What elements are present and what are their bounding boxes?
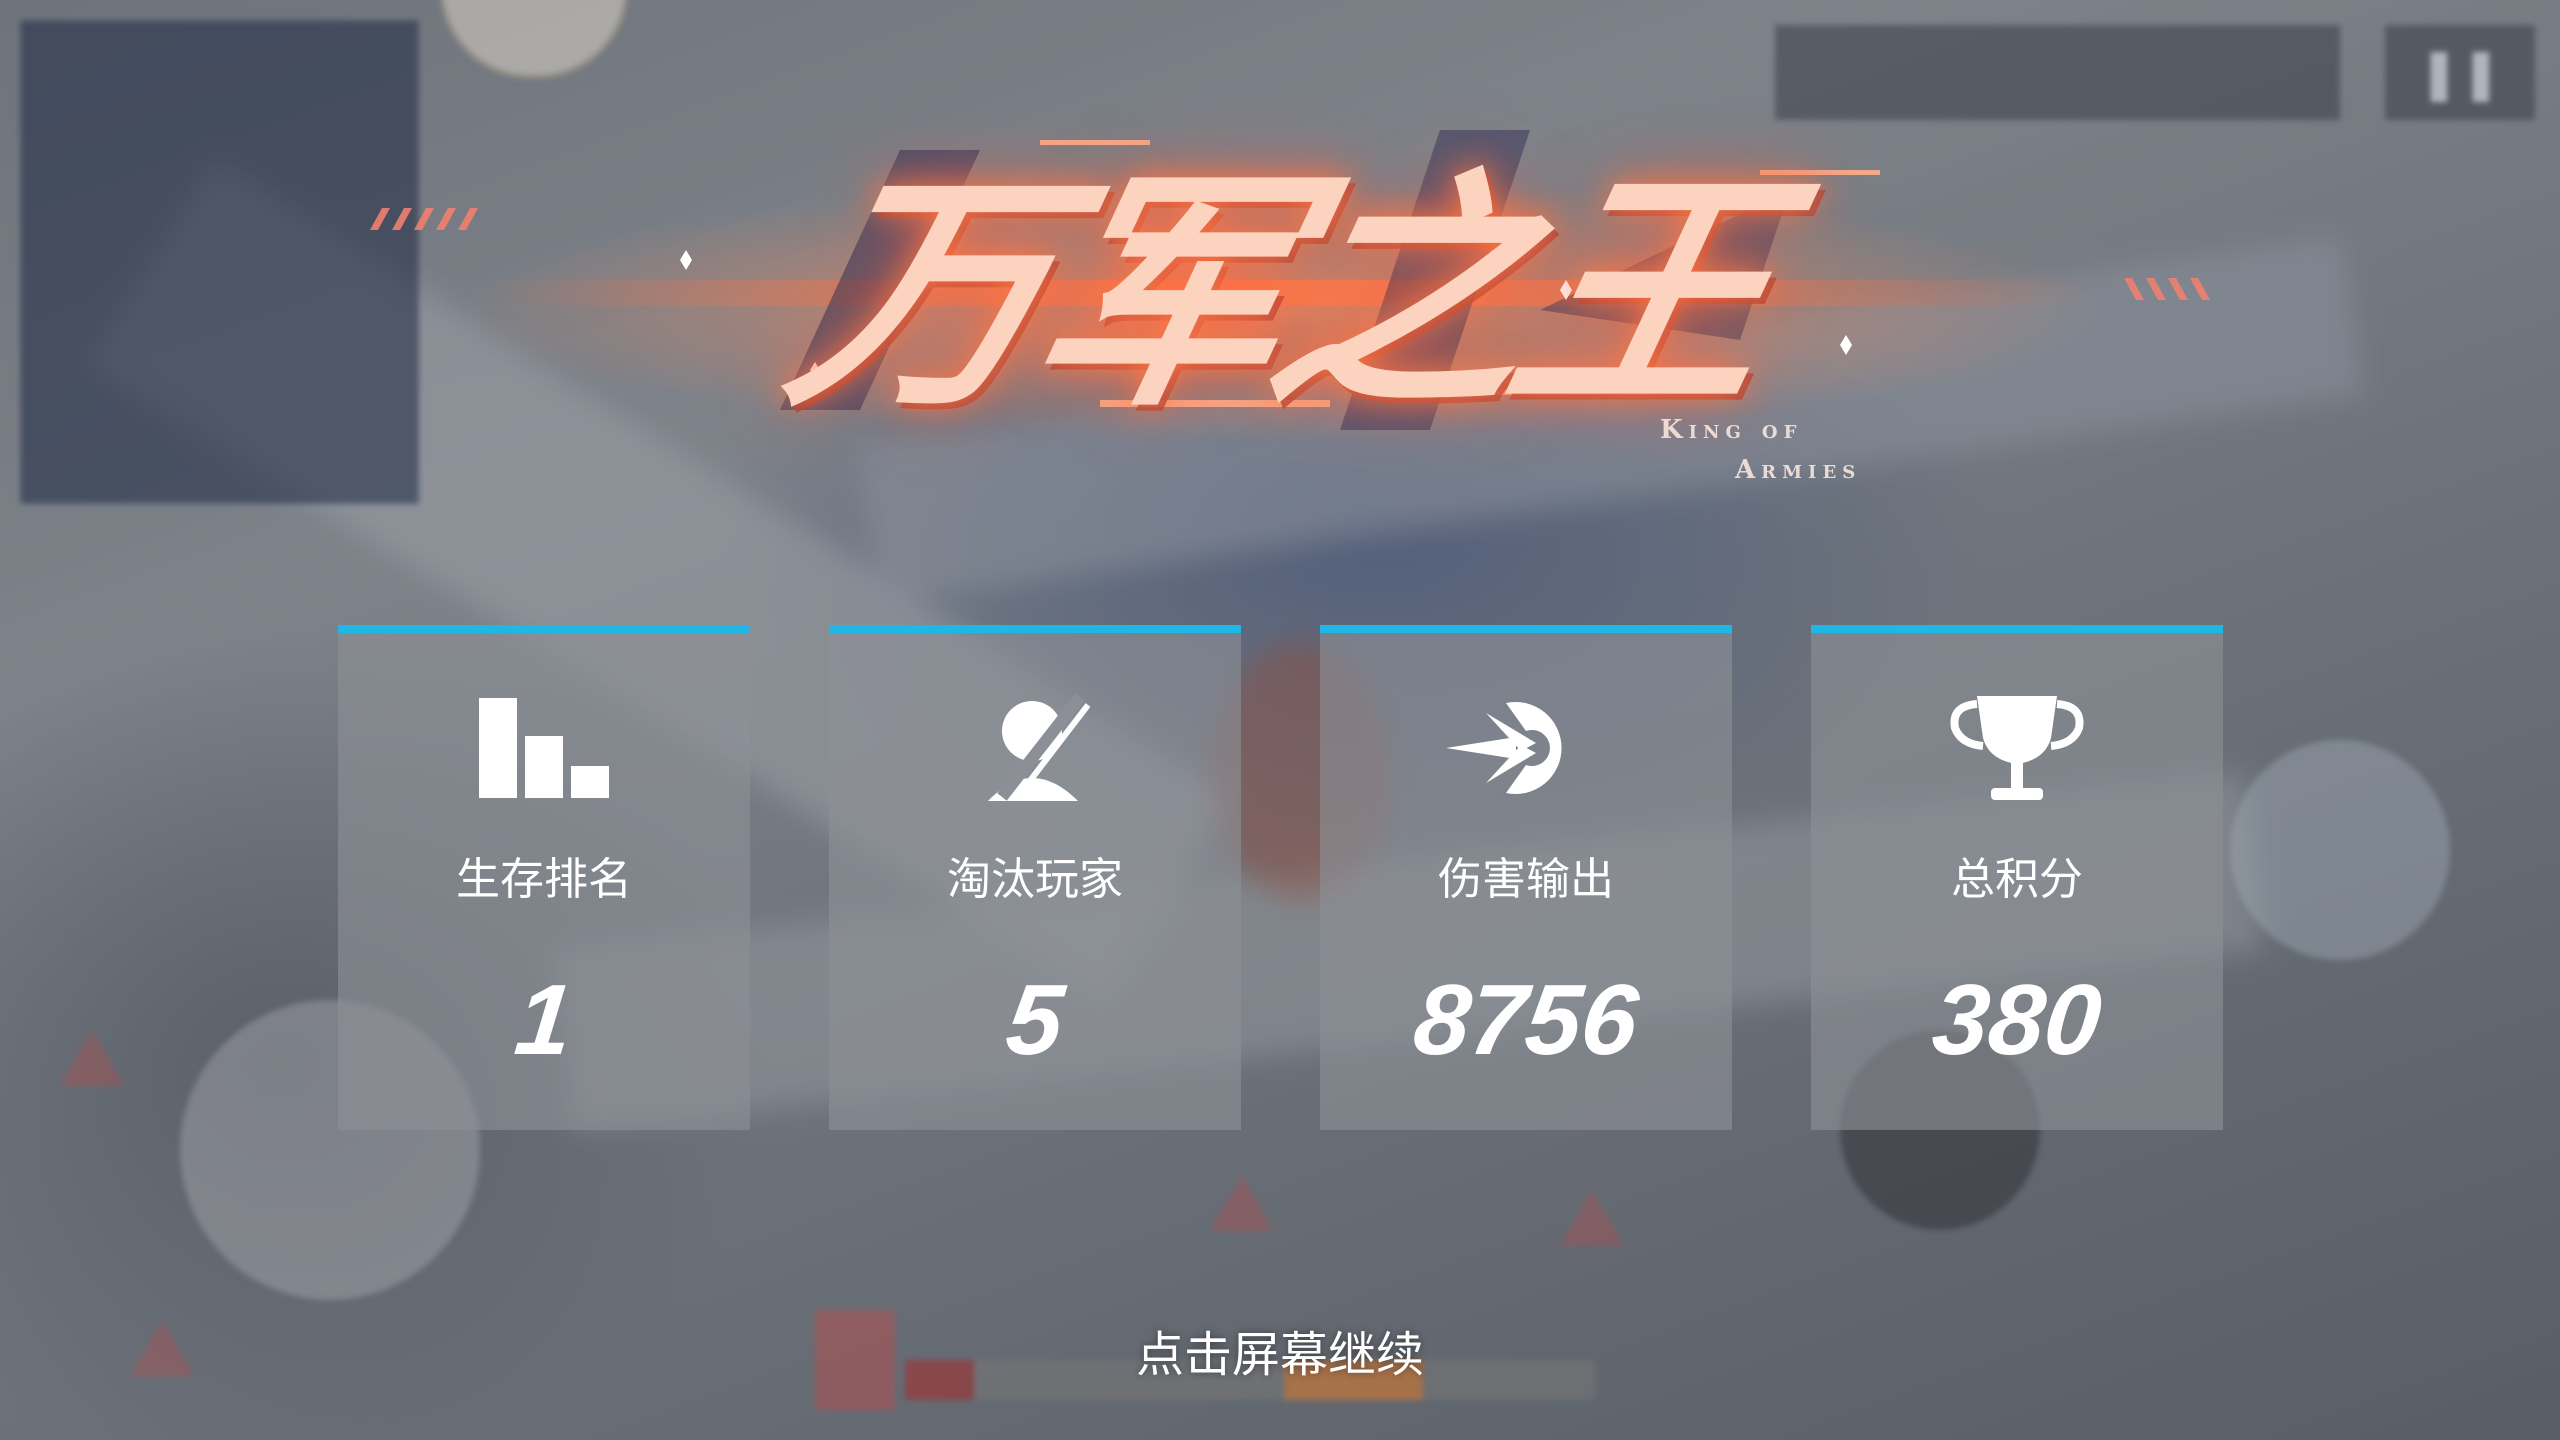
warning-triangle-icon: [60, 1030, 124, 1086]
stat-card-survival-rank: 生存排名 1: [338, 625, 750, 1130]
stat-label: 淘汰玩家: [947, 854, 1123, 905]
title-subtitle-line2: Armies: [1735, 455, 1862, 485]
eliminate-player-icon: [829, 688, 1241, 808]
warning-triangle-icon: [1210, 1175, 1274, 1231]
skill-button: [2230, 740, 2450, 960]
warning-triangle-icon: [1560, 1190, 1624, 1246]
title-banner: 万军之王 King of Armies: [340, 110, 2220, 490]
tap-to-continue-prompt[interactable]: 点击屏幕继续: [0, 1315, 2560, 1385]
stat-label: 总积分: [1951, 854, 2083, 905]
stat-card-total-score: 总积分 380: [1811, 625, 2223, 1130]
game-screen[interactable]: ❚❚ 万军之王 King of Armies 生存排名 1 淘汰玩家 5 伤害输…: [0, 0, 2560, 1440]
title-subtitle-line1: King of: [1660, 415, 1803, 445]
stat-value: 1: [510, 964, 578, 1076]
stat-label: 生存排名: [456, 854, 632, 905]
pause-button: ❚❚: [2385, 25, 2535, 120]
stat-card-eliminations: 淘汰玩家 5: [829, 625, 1241, 1130]
damage-projectile-icon: [1320, 688, 1732, 808]
stat-value: 8756: [1408, 964, 1644, 1076]
stat-value: 5: [1001, 964, 1069, 1076]
stat-label: 伤害输出: [1438, 854, 1614, 905]
title-text: 万军之王: [769, 149, 1792, 440]
trophy-icon: [1811, 688, 2223, 808]
rank-bars-icon: [338, 688, 750, 808]
stat-card-damage-output: 伤害输出 8756: [1320, 625, 1732, 1130]
stat-value: 380: [1927, 964, 2107, 1076]
title-subtitle: King of Armies: [1660, 410, 1861, 490]
top-stats-panel: [1775, 25, 2340, 120]
